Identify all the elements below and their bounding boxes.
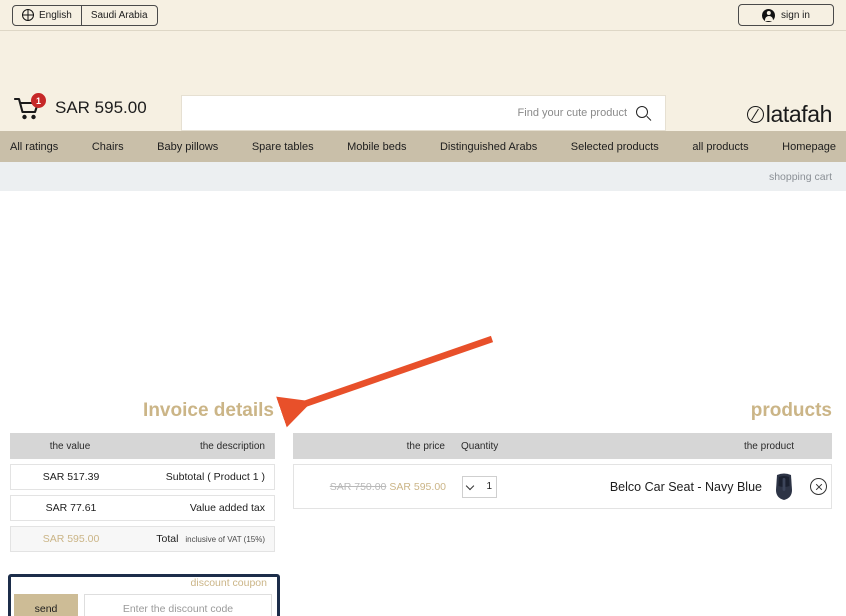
- search-bar[interactable]: Find your cute product: [181, 95, 666, 131]
- invoice-header-value: the value: [49, 440, 91, 452]
- breadcrumb: shopping cart: [0, 162, 846, 191]
- nav-item-spare-tables[interactable]: Spare tables: [252, 141, 314, 153]
- latafah-logo-mark-icon: [746, 106, 764, 123]
- remove-product-icon[interactable]: [810, 478, 827, 495]
- cart-item-count-badge: 1: [31, 93, 46, 108]
- nav-item-chairs[interactable]: Chairs: [92, 141, 124, 153]
- quantity-select[interactable]: 1: [462, 475, 497, 498]
- search-icon[interactable]: [636, 105, 651, 121]
- chevron-down-icon: [467, 483, 474, 490]
- products-header-product: the product: [743, 440, 794, 452]
- product-name[interactable]: Belco Car Seat - Navy Blue: [564, 480, 772, 494]
- invoice-header-description: the description: [199, 440, 265, 452]
- site-logo[interactable]: latafah: [746, 101, 833, 128]
- nav-item-all-ratings[interactable]: All ratings: [10, 141, 58, 153]
- cart-summary[interactable]: 1 SAR 595.00: [14, 93, 147, 123]
- globe-icon: [22, 9, 34, 21]
- invoice-total-value: SAR 595.00: [42, 533, 100, 545]
- nav-item-baby-pillows[interactable]: Baby pillows: [157, 141, 218, 153]
- nav-item-all-products[interactable]: all products: [692, 141, 748, 153]
- site-header: 1 SAR 595.00 Find your cute product lata…: [0, 31, 846, 131]
- nav-item-mobile-beds[interactable]: Mobile beds: [347, 141, 406, 153]
- invoice-row-total: SAR 595.00 Total inclusive of VAT (15%): [10, 526, 275, 552]
- quantity-value: 1: [486, 481, 492, 492]
- cart-total-amount: SAR 595.00: [55, 98, 147, 117]
- country-selector[interactable]: Saudi Arabia: [80, 5, 157, 25]
- nav-item-homepage[interactable]: Homepage: [782, 141, 836, 153]
- country-label: Saudi Arabia: [90, 9, 148, 21]
- top-utility-bar: English Saudi Arabia sign in: [0, 0, 846, 31]
- logo-text: latafah: [765, 101, 833, 127]
- invoice-subtotal-value: SAR 517.39: [42, 471, 100, 483]
- language-label: English: [39, 9, 72, 21]
- discount-coupon-form: send Enter the discount code: [14, 594, 272, 616]
- product-old-price: SAR 750.00: [329, 480, 387, 493]
- product-quantity-cell: 1: [454, 475, 564, 498]
- invoice-total-note: inclusive of VAT (15%): [185, 535, 265, 544]
- discount-code-input[interactable]: Enter the discount code: [84, 594, 272, 616]
- product-price-cell: SAR 750.00 SAR 595.00: [294, 481, 454, 493]
- products-table-header: the price Quantity the product: [293, 433, 832, 459]
- invoice-vat-value: SAR 77.61: [45, 502, 97, 514]
- invoice-details-title: Invoice details: [143, 400, 274, 421]
- products-title: products: [750, 400, 832, 421]
- search-input[interactable]: Find your cute product: [518, 107, 627, 119]
- nav-item-selected-products[interactable]: Selected products: [571, 141, 659, 153]
- products-header-quantity: Quantity: [461, 440, 499, 452]
- locale-selector[interactable]: English Saudi Arabia: [12, 4, 158, 26]
- table-row: SAR 750.00 SAR 595.00 1 Belco Car Seat - …: [293, 464, 832, 509]
- discount-coupon-label: discount coupon: [190, 577, 267, 589]
- invoice-total-label: Total: [156, 533, 179, 545]
- breadcrumb-current: shopping cart: [768, 170, 832, 183]
- sign-in-button[interactable]: sign in: [738, 4, 834, 26]
- shopping-cart-icon[interactable]: 1: [14, 93, 46, 123]
- main-navigation: All ratings Chairs Baby pillows Spare ta…: [0, 131, 846, 162]
- product-new-price: SAR 595.00: [389, 480, 446, 493]
- language-selector[interactable]: English: [13, 6, 81, 25]
- sign-in-label: sign in: [781, 9, 810, 21]
- products-header-price: the price: [406, 440, 445, 452]
- invoice-vat-label: Value added tax: [189, 502, 265, 514]
- car-seat-thumbnail-icon: [772, 472, 796, 502]
- nav-item-distinguished-arabs[interactable]: Distinguished Arabs: [440, 141, 537, 153]
- person-icon: [762, 8, 776, 22]
- send-coupon-button[interactable]: send: [14, 594, 78, 616]
- invoice-row-vat: SAR 77.61 Value added tax: [10, 495, 275, 521]
- invoice-row-subtotal: SAR 517.39 Subtotal ( Product 1 ): [10, 464, 275, 490]
- invoice-subtotal-label: Subtotal ( Product 1 ): [165, 471, 265, 483]
- invoice-table-header: the value the description: [10, 433, 275, 459]
- cart-page-content: Invoice details products the value the d…: [0, 191, 846, 616]
